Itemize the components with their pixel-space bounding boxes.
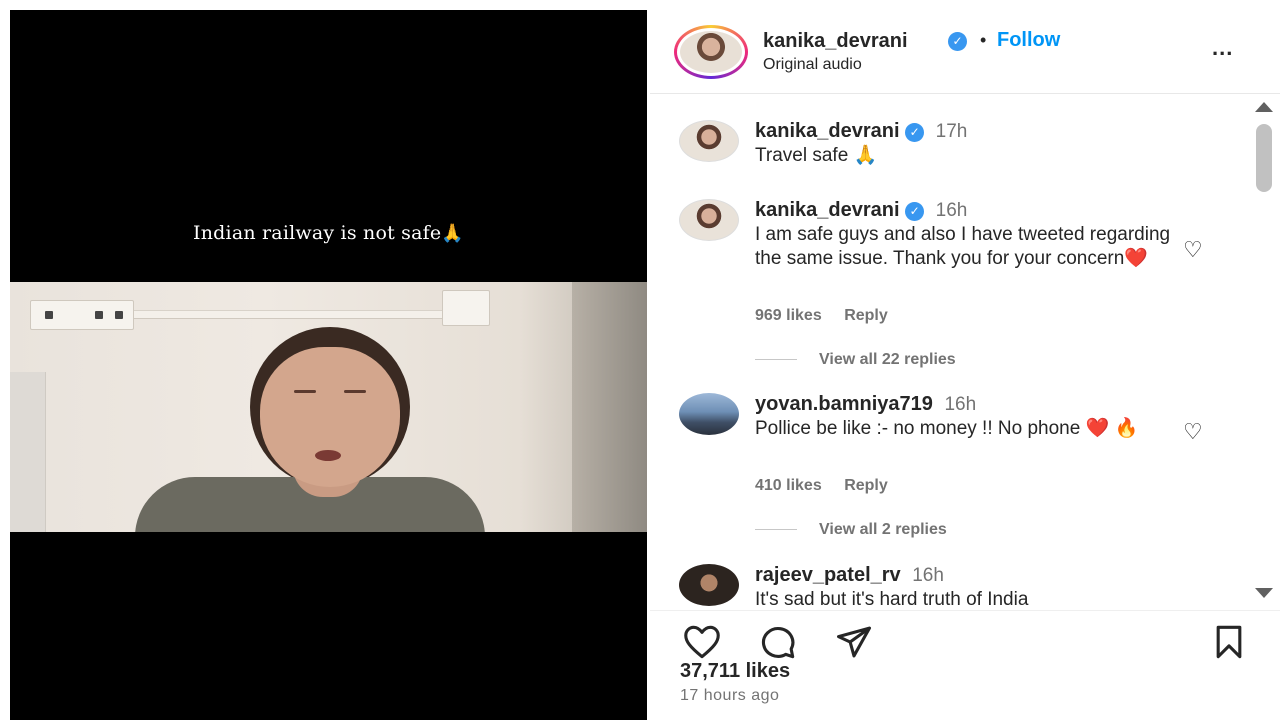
comment-text: Travel safe 🙏 — [755, 145, 878, 166]
like-comment-heart-icon[interactable]: ♡ — [1183, 419, 1203, 445]
video-caption-text: Indian railway is not safe — [193, 222, 442, 244]
author-username[interactable]: kanika_devrani — [763, 30, 908, 53]
wall-socket — [30, 300, 134, 330]
wall-conduit — [130, 310, 460, 319]
person-eye — [294, 390, 316, 393]
view-replies-button[interactable]: View all 22 replies — [755, 351, 956, 369]
scroll-down-arrow-icon[interactable] — [1255, 588, 1273, 598]
comment-time[interactable]: 16h — [912, 565, 944, 586]
verified-badge-icon: ✓ — [905, 202, 925, 221]
wall-switch — [442, 290, 490, 326]
comment-text: I am safe guys and also I have tweeted r… — [755, 224, 1171, 269]
folded-hands-emoji: 🙏 — [441, 223, 464, 244]
comment-text: It's sad but it's hard truth of India — [755, 589, 1029, 606]
comment-likes[interactable]: 969 likes — [755, 307, 822, 324]
commenter-username[interactable]: rajeev_patel_rv — [755, 564, 901, 586]
follow-button[interactable]: Follow — [997, 29, 1060, 52]
person-mouth — [315, 450, 341, 461]
post-header: kanika_devrani ✓ • Follow Original audio… — [650, 10, 1280, 94]
more-options-button[interactable]: ... — [1212, 35, 1233, 61]
reply-button[interactable]: Reply — [844, 307, 888, 324]
comment-header: rajeev_patel_rv 16h — [755, 564, 944, 587]
like-comment-heart-icon[interactable]: ♡ — [1183, 237, 1203, 263]
scroll-up-arrow-icon[interactable] — [1255, 102, 1273, 112]
comment-icon[interactable] — [756, 625, 800, 659]
video-frame — [10, 282, 647, 532]
reel-video-player[interactable]: Indian railway is not safe🙏 — [10, 10, 647, 720]
comments-list: kanika_devrani ✓ 17h Travel safe 🙏 kanik… — [650, 96, 1280, 606]
comment-time[interactable]: 17h — [936, 121, 968, 142]
comment-header: kanika_devrani ✓ 17h — [755, 120, 967, 143]
person-face — [260, 347, 400, 487]
verified-badge-icon: ✓ — [948, 32, 967, 51]
comment-time[interactable]: 16h — [936, 200, 968, 221]
heart-icon[interactable] — [680, 625, 724, 659]
post-actions-bar: 37,711 likes 17 hours ago — [650, 610, 1280, 720]
author-avatar[interactable] — [674, 25, 748, 79]
wall-shadow — [572, 282, 647, 532]
person-eye — [344, 390, 366, 393]
scrollbar-thumb[interactable] — [1256, 124, 1272, 192]
commenter-username[interactable]: kanika_devrani — [755, 199, 900, 221]
commenter-avatar[interactable] — [679, 564, 739, 606]
post-likes-count[interactable]: 37,711 likes — [680, 660, 790, 683]
commenter-avatar[interactable] — [679, 120, 739, 162]
video-caption-overlay: Indian railway is not safe🙏 — [10, 222, 647, 244]
reply-button[interactable]: Reply — [844, 477, 888, 494]
comment-text: Pollice be like :- no money !! No phone … — [755, 418, 1139, 439]
comment-header: kanika_devrani ✓ 16h — [755, 199, 967, 222]
comment-header: yovan.bamniya719 16h — [755, 393, 976, 416]
comment-time[interactable]: 16h — [944, 394, 976, 415]
post-timestamp[interactable]: 17 hours ago — [680, 687, 779, 705]
comment-likes[interactable]: 410 likes — [755, 477, 822, 494]
post-side-panel: kanika_devrani ✓ • Follow Original audio… — [650, 10, 1280, 720]
separator-dot: • — [980, 30, 987, 50]
comments-scrollbar[interactable] — [1252, 98, 1276, 598]
commenter-username[interactable]: kanika_devrani — [755, 120, 900, 142]
bookmark-icon[interactable] — [1211, 625, 1247, 659]
commenter-username[interactable]: yovan.bamniya719 — [755, 393, 933, 415]
share-icon[interactable] — [832, 625, 876, 659]
commenter-avatar[interactable] — [679, 393, 739, 435]
original-audio-link[interactable]: Original audio — [763, 56, 862, 74]
view-replies-label: View all 22 replies — [819, 351, 956, 368]
replies-divider — [755, 359, 797, 361]
view-replies-button[interactable]: View all 2 replies — [755, 521, 947, 539]
comment-meta: 410 likes Reply — [755, 477, 906, 495]
commenter-avatar[interactable] — [679, 199, 739, 241]
replies-divider — [755, 529, 797, 531]
comment-meta: 969 likes Reply — [755, 307, 906, 325]
background-door — [10, 372, 46, 532]
view-replies-label: View all 2 replies — [819, 521, 947, 538]
verified-badge-icon: ✓ — [905, 123, 925, 142]
